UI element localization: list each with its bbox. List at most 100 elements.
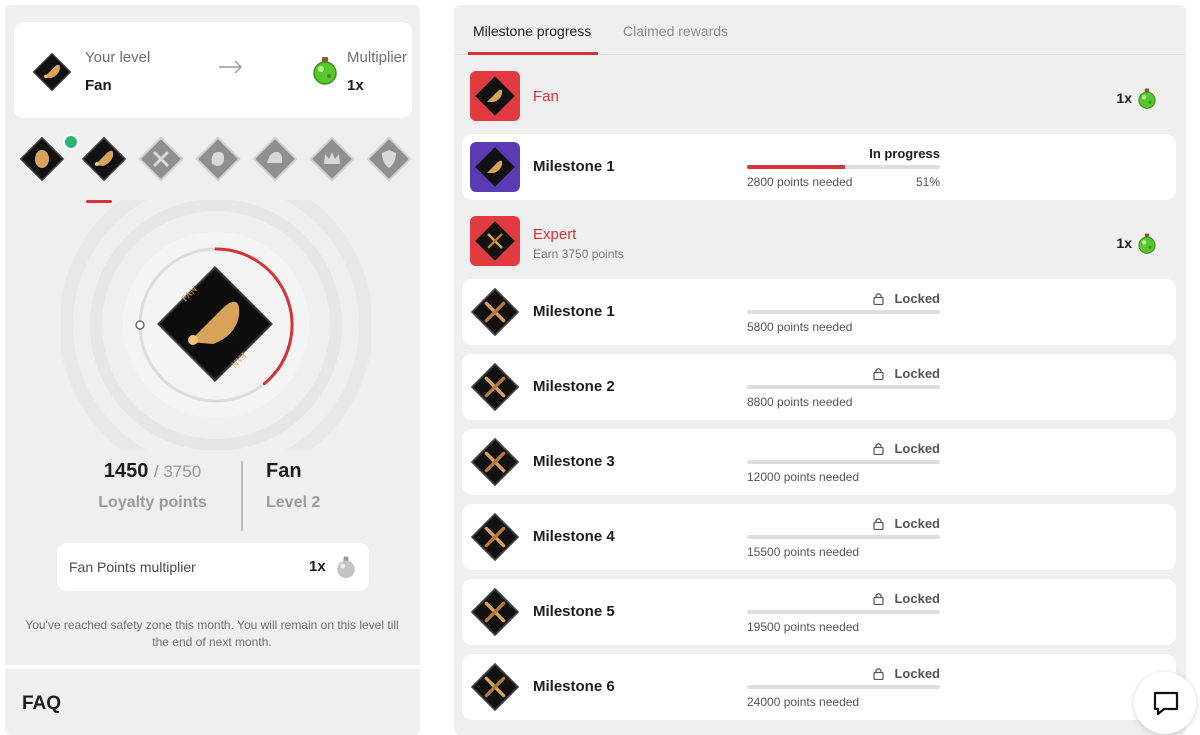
milestone-status: Locked: [747, 291, 940, 306]
points-summary: 1450 / 3750 Loyalty points Fan Level 2: [65, 460, 355, 535]
lock-icon: [873, 442, 884, 455]
milestone-card[interactable]: Milestone 6 Locked 24000 points needed: [462, 654, 1176, 720]
milestone-percent: 51%: [915, 175, 940, 189]
arrow-right-icon: [219, 60, 242, 74]
milestone-icon: [470, 587, 520, 637]
milestone-icon: [470, 437, 520, 487]
chat-icon: [1153, 691, 1179, 716]
milestone-status: Locked: [747, 441, 940, 456]
potion-icon: [310, 55, 340, 85]
fan-badge-icon: [32, 52, 72, 92]
milestone-icon: [470, 142, 520, 192]
lock-icon: [873, 517, 884, 530]
glove-badge-icon[interactable]: [195, 136, 241, 182]
fan-points-multiplier-card: Fan Points multiplier 1x: [57, 543, 369, 591]
faq-heading[interactable]: FAQ: [22, 693, 61, 715]
tab-bar: Milestone progress Claimed rewards: [454, 5, 1186, 55]
milestone-progress-bar: [747, 460, 940, 464]
milestone-points-needed: 5800 points needed: [747, 320, 853, 334]
milestone-status: Locked: [747, 591, 940, 606]
milestone-title: Milestone 6: [533, 678, 615, 695]
milestones-panel: Milestone progress Claimed rewards Fan 1…: [454, 5, 1186, 735]
shield-badge-icon[interactable]: [366, 136, 412, 182]
multiplier-value: 1x: [347, 77, 364, 94]
egg-badge-icon[interactable]: [19, 136, 65, 182]
fan-level-icon: [470, 71, 520, 121]
fan-badge-icon[interactable]: [81, 136, 127, 182]
milestone-title: Milestone 1: [533, 158, 615, 175]
cap-badge-icon[interactable]: [252, 136, 298, 182]
milestone-progress-fill: [747, 165, 846, 169]
level-multiplier-value: 1x: [1116, 90, 1132, 106]
milestone-progress-bar: [747, 165, 940, 169]
milestone-status-text: Locked: [894, 441, 940, 456]
loyalty-points-value: 1450 / 3750: [65, 460, 240, 483]
level-multiplier-value: 1x: [1116, 235, 1132, 251]
level-multiplier: 1x: [1116, 87, 1158, 109]
safety-zone-text: You've reached safety zone this month. Y…: [25, 618, 399, 649]
milestone-points-needed: 19500 points needed: [747, 620, 860, 634]
lock-icon: [873, 592, 884, 605]
level-name: Fan: [266, 460, 302, 482]
milestone-status: Locked: [747, 516, 940, 531]
level-row-fan: Fan 1x: [462, 65, 1176, 125]
milestone-status-text: Locked: [894, 666, 940, 681]
milestone-status-text: Locked: [894, 516, 940, 531]
loyalty-points-label: Loyalty points: [98, 494, 207, 511]
milestone-title: Milestone 3: [533, 453, 615, 470]
check-icon: [63, 134, 79, 150]
milestone-icon: [470, 362, 520, 412]
milestone-title: Milestone 1: [533, 303, 615, 320]
level-title: Fan: [533, 88, 559, 105]
milestone-icon: [470, 662, 520, 712]
expert-badge-icon[interactable]: [138, 136, 184, 182]
milestone-card[interactable]: Milestone 4 Locked 15500 points needed: [462, 504, 1176, 570]
points-current: 1450: [103, 460, 149, 482]
chat-button[interactable]: [1134, 672, 1196, 734]
lock-icon: [873, 292, 884, 305]
multiplier-label: Multiplier: [347, 49, 408, 66]
milestone-card[interactable]: Milestone 2 Locked 8800 points needed: [462, 354, 1176, 420]
milestone-icon: [470, 287, 520, 337]
fan-points-multiplier-label: Fan Points multiplier: [69, 559, 196, 575]
milestone-card[interactable]: Milestone 1 Locked 5800 points needed: [462, 279, 1176, 345]
milestone-card[interactable]: Milestone 1 In progress 2800 points need…: [462, 134, 1176, 200]
milestone-points-needed: 12000 points needed: [747, 470, 860, 484]
active-tab-indicator: [468, 52, 598, 55]
level-panel: Your level Fan Multiplier 1x FAN FAN 145…: [5, 5, 420, 735]
milestone-card[interactable]: Milestone 5 Locked 19500 points needed: [462, 579, 1176, 645]
crown-badge-icon[interactable]: [309, 136, 355, 182]
points-max: / 3750: [153, 462, 202, 481]
milestone-progress-bar: [747, 685, 940, 689]
milestone-icon: [470, 512, 520, 562]
milestone-title: Milestone 4: [533, 528, 615, 545]
potion-icon: [1136, 232, 1158, 254]
milestone-title: Milestone 5: [533, 603, 615, 620]
milestone-status: In progress: [869, 146, 940, 161]
level-badges-row: [19, 134, 412, 184]
milestone-progress-bar: [747, 310, 940, 314]
level-subtitle: Earn 3750 points: [533, 247, 624, 261]
milestone-status: Locked: [747, 666, 940, 681]
section-separator: [5, 665, 420, 669]
fan-level-emblem: FAN FAN: [157, 266, 273, 382]
milestone-points-needed: 24000 points needed: [747, 695, 860, 709]
level-card: Your level Fan Multiplier 1x: [14, 22, 412, 118]
fan-points-multiplier-value: 1x: [309, 558, 326, 575]
milestone-progress-bar: [747, 535, 940, 539]
tab-milestone-progress[interactable]: Milestone progress: [473, 23, 591, 39]
tab-claimed-rewards[interactable]: Claimed rewards: [623, 23, 728, 39]
level-multiplier: 1x: [1116, 232, 1158, 254]
milestone-status: Locked: [747, 366, 940, 381]
level-number: Level 2: [266, 494, 321, 511]
milestone-progress-bar: [747, 610, 940, 614]
level-title: Expert: [533, 226, 577, 243]
potion-icon: [1136, 87, 1158, 109]
lock-icon: [873, 367, 884, 380]
milestone-card[interactable]: Milestone 3 Locked 12000 points needed: [462, 429, 1176, 495]
milestone-progress-bar: [747, 385, 940, 389]
level-row-expert: Expert Earn 3750 points 1x: [462, 210, 1176, 274]
milestone-title: Milestone 2: [533, 378, 615, 395]
milestone-points-needed: 15500 points needed: [747, 545, 860, 559]
divider: [241, 461, 243, 531]
